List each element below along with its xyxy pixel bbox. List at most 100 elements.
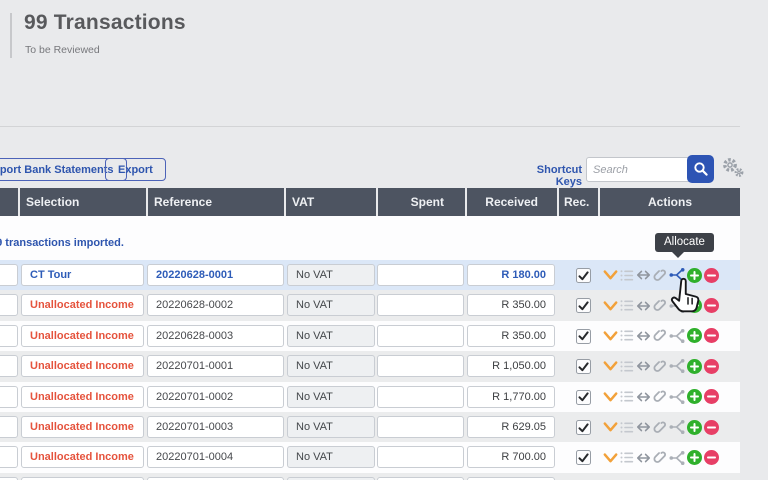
shortcut-keys-link[interactable]: Shortcut Keys xyxy=(508,164,582,188)
remove-minus-icon[interactable] xyxy=(704,450,719,465)
vat-select[interactable]: No VAT xyxy=(287,446,375,468)
selection-field[interactable]: Unallocated Income xyxy=(21,294,144,316)
received-field[interactable]: R 350.00 xyxy=(467,325,555,347)
reconcile-checkbox[interactable] xyxy=(576,359,591,374)
vat-select[interactable]: No VAT xyxy=(287,386,375,408)
received-field[interactable]: R 1,050.00 xyxy=(467,355,555,377)
export-button[interactable]: Export xyxy=(105,158,166,181)
expand-chevron-icon[interactable] xyxy=(603,421,618,433)
attachment-paperclip-icon[interactable] xyxy=(653,328,667,343)
spent-field[interactable] xyxy=(377,264,464,286)
row-leading-field[interactable] xyxy=(0,416,18,438)
reconcile-checkbox[interactable] xyxy=(576,420,591,435)
reference-link[interactable]: 20220701-0003 xyxy=(147,416,284,438)
spent-field[interactable] xyxy=(377,355,464,377)
allocate-split-icon[interactable] xyxy=(669,419,685,435)
row-leading-field[interactable] xyxy=(0,325,18,347)
expand-chevron-icon[interactable] xyxy=(603,360,618,372)
remove-minus-icon[interactable] xyxy=(704,359,719,374)
expand-chevron-icon[interactable] xyxy=(603,452,618,464)
add-plus-icon[interactable] xyxy=(687,328,702,343)
column-header-reference[interactable]: Reference xyxy=(148,188,284,216)
details-list-icon[interactable] xyxy=(620,390,634,403)
row-leading-field[interactable] xyxy=(0,355,18,377)
reconcile-checkbox[interactable] xyxy=(576,329,591,344)
remove-minus-icon[interactable] xyxy=(704,389,719,404)
reference-link[interactable]: 20220628-0001 xyxy=(147,264,284,286)
reference-link[interactable]: 20220701-0002 xyxy=(147,386,284,408)
attachment-paperclip-icon[interactable] xyxy=(653,389,667,404)
received-field[interactable]: R 1,770.00 xyxy=(467,386,555,408)
selection-field[interactable]: Unallocated Income xyxy=(21,416,144,438)
spent-field[interactable] xyxy=(377,325,464,347)
transfer-arrows-icon[interactable] xyxy=(636,360,651,372)
transfer-arrows-icon[interactable] xyxy=(636,421,651,433)
column-header-received[interactable]: Received xyxy=(467,188,557,216)
expand-chevron-icon[interactable] xyxy=(603,300,618,312)
add-plus-icon[interactable] xyxy=(687,359,702,374)
expand-chevron-icon[interactable] xyxy=(603,269,618,281)
selection-field[interactable]: Unallocated Income xyxy=(21,446,144,468)
column-header-rec[interactable]: Rec. xyxy=(559,188,598,216)
attachment-paperclip-icon[interactable] xyxy=(653,298,667,313)
vat-select[interactable]: No VAT xyxy=(287,294,375,316)
vat-select[interactable]: No VAT xyxy=(287,355,375,377)
add-plus-icon[interactable] xyxy=(687,450,702,465)
details-list-icon[interactable] xyxy=(620,299,634,312)
remove-minus-icon[interactable] xyxy=(704,328,719,343)
details-list-icon[interactable] xyxy=(620,360,634,373)
add-plus-icon[interactable] xyxy=(687,389,702,404)
transfer-arrows-icon[interactable] xyxy=(636,300,651,312)
spent-field[interactable] xyxy=(377,416,464,438)
spent-field[interactable] xyxy=(377,294,464,316)
reference-link[interactable]: 20220628-0003 xyxy=(147,325,284,347)
vat-select[interactable]: No VAT xyxy=(287,416,375,438)
details-list-icon[interactable] xyxy=(620,451,634,464)
expand-chevron-icon[interactable] xyxy=(603,391,618,403)
spent-field[interactable] xyxy=(377,386,464,408)
reference-link[interactable]: 20220628-0002 xyxy=(147,294,284,316)
received-field[interactable]: R 700.00 xyxy=(467,446,555,468)
row-leading-field[interactable] xyxy=(0,264,18,286)
spent-field[interactable] xyxy=(377,446,464,468)
transfer-arrows-icon[interactable] xyxy=(636,391,651,403)
vat-select[interactable]: No VAT xyxy=(287,264,375,286)
attachment-paperclip-icon[interactable] xyxy=(653,268,667,283)
received-field[interactable]: R 350.00 xyxy=(467,294,555,316)
reconcile-checkbox[interactable] xyxy=(576,390,591,405)
selection-field[interactable]: Unallocated Income xyxy=(21,355,144,377)
reconcile-checkbox[interactable] xyxy=(576,268,591,283)
attachment-paperclip-icon[interactable] xyxy=(653,420,667,435)
settings-gears-icon[interactable] xyxy=(720,156,746,180)
column-header-spent[interactable]: Spent xyxy=(378,188,465,216)
remove-minus-icon[interactable] xyxy=(704,268,719,283)
remove-minus-icon[interactable] xyxy=(704,420,719,435)
allocate-split-icon[interactable] xyxy=(669,358,685,374)
reconcile-checkbox[interactable] xyxy=(576,450,591,465)
allocate-split-icon[interactable] xyxy=(669,450,685,466)
received-field[interactable]: R 629.05 xyxy=(467,416,555,438)
remove-minus-icon[interactable] xyxy=(704,298,719,313)
selection-field[interactable]: Unallocated Income xyxy=(21,325,144,347)
attachment-paperclip-icon[interactable] xyxy=(653,450,667,465)
row-leading-field[interactable] xyxy=(0,294,18,316)
reference-link[interactable]: 20220701-0001 xyxy=(147,355,284,377)
allocate-split-icon[interactable] xyxy=(669,328,685,344)
transfer-arrows-icon[interactable] xyxy=(636,452,651,464)
column-header-vat[interactable]: VAT xyxy=(286,188,376,216)
search-button[interactable] xyxy=(687,155,714,183)
expand-chevron-icon[interactable] xyxy=(603,330,618,342)
transfer-arrows-icon[interactable] xyxy=(636,330,651,342)
attachment-paperclip-icon[interactable] xyxy=(653,359,667,374)
received-field[interactable]: R 180.00 xyxy=(467,264,555,286)
allocate-split-icon[interactable] xyxy=(669,389,685,405)
selection-field[interactable]: Unallocated Income xyxy=(21,386,144,408)
add-plus-icon[interactable] xyxy=(687,420,702,435)
transfer-arrows-icon[interactable] xyxy=(636,269,651,281)
selection-field[interactable]: CT Tour xyxy=(21,264,144,286)
column-header-selection[interactable]: Selection xyxy=(20,188,146,216)
details-list-icon[interactable] xyxy=(620,329,634,342)
reconcile-checkbox[interactable] xyxy=(576,298,591,313)
row-leading-field[interactable] xyxy=(0,446,18,468)
row-leading-field[interactable] xyxy=(0,386,18,408)
